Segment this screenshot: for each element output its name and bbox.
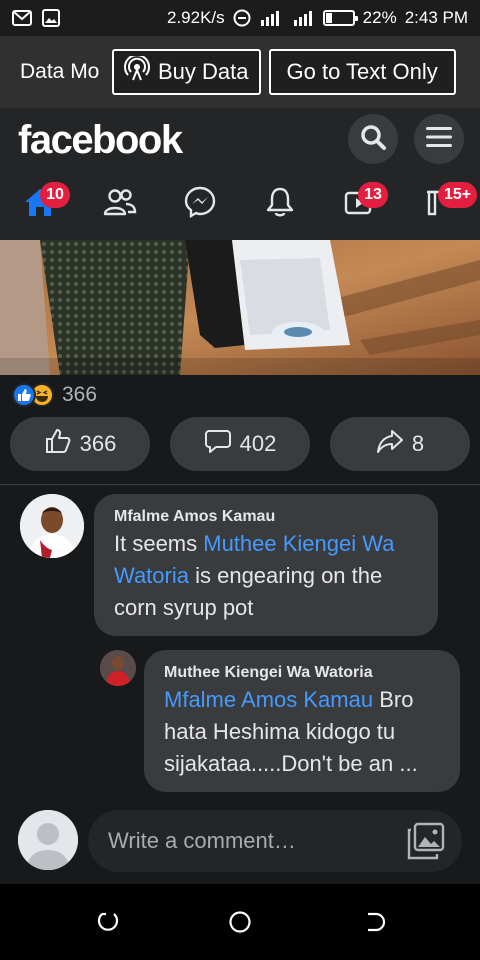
- marketplace-badge: 15+: [438, 182, 478, 208]
- photo-icon[interactable]: [406, 822, 446, 865]
- status-bar: 2.92K/s 22% 2:43 PM: [0, 0, 480, 36]
- divider: [0, 484, 480, 485]
- tab-friends[interactable]: [90, 178, 150, 230]
- comment-text: Mfalme Amos Kamau Bro hata Heshima kidog…: [164, 684, 440, 780]
- like-count: 366: [79, 431, 117, 456]
- comment-icon: [204, 427, 232, 461]
- gmail-icon: [12, 10, 32, 26]
- comment-bubble[interactable]: Muthee Kiengei Wa Watoria Mfalme Amos Ka…: [144, 650, 460, 792]
- watch-badge: 13: [358, 182, 388, 208]
- tab-marketplace[interactable]: 15+: [410, 178, 478, 230]
- clock: 2:43 PM: [404, 8, 468, 27]
- network-speed: 2.92K/s: [167, 8, 225, 27]
- facebook-logo[interactable]: facebook: [18, 118, 183, 163]
- battery-icon: [322, 10, 358, 26]
- buy-data-label: Buy Data: [158, 59, 249, 84]
- bell-icon: [264, 185, 296, 224]
- tab-home[interactable]: 10: [10, 178, 70, 230]
- back-icon[interactable]: [362, 910, 386, 934]
- broadcast-icon: [124, 54, 150, 88]
- share-button[interactable]: 8: [330, 417, 470, 471]
- tab-messenger[interactable]: [170, 178, 230, 230]
- recent-apps-icon[interactable]: [96, 910, 120, 934]
- text-only-button[interactable]: Go to Text Only: [268, 49, 456, 95]
- reaction-summary[interactable]: 366: [12, 382, 97, 408]
- post-actions: 366 402 8: [0, 417, 480, 473]
- comment-text-before: It seems: [114, 531, 204, 556]
- comment-author[interactable]: Muthee Kiengei Wa Watoria: [164, 664, 440, 682]
- battery-level: [325, 13, 332, 23]
- tab-bar: 10 13 15+: [0, 178, 480, 230]
- menu-button[interactable]: [414, 114, 464, 164]
- avatar[interactable]: [20, 494, 84, 558]
- buy-data-button[interactable]: Buy Data: [112, 49, 261, 95]
- post-photo[interactable]: [0, 240, 480, 375]
- facebook-header: facebook 10 13 15+: [0, 108, 480, 240]
- share-count: 8: [411, 431, 425, 456]
- comment-bubble[interactable]: Mfalme Amos Kamau It seems Muthee Kienge…: [94, 494, 438, 636]
- android-nav-bar: [0, 884, 480, 960]
- dnd-icon: [233, 9, 251, 27]
- signal-icon: [259, 10, 285, 26]
- like-icon: [12, 383, 36, 407]
- reaction-count: 366: [62, 383, 98, 406]
- friends-icon: [102, 187, 138, 222]
- signal-icon: [293, 10, 315, 26]
- battery-percent: 22%: [362, 8, 397, 27]
- avatar: [18, 810, 78, 870]
- home-nav-icon[interactable]: [228, 910, 252, 934]
- data-mode-label: Data Mo: [20, 60, 100, 83]
- like-button[interactable]: 366: [10, 417, 150, 471]
- tab-watch[interactable]: 13: [330, 178, 390, 230]
- comment-author[interactable]: Mfalme Amos Kamau: [114, 508, 418, 526]
- messenger-icon: [183, 185, 217, 224]
- menu-icon: [425, 125, 453, 154]
- mention-link[interactable]: Mfalme Amos Kamau: [164, 687, 373, 712]
- search-button[interactable]: [348, 114, 398, 164]
- comment-text: It seems Muthee Kiengei Wa Watoria is en…: [114, 528, 418, 624]
- avatar[interactable]: [100, 650, 136, 686]
- comment-button[interactable]: 402: [170, 417, 310, 471]
- tab-notifications[interactable]: [250, 178, 310, 230]
- comment-composer: [0, 800, 480, 884]
- gallery-icon: [42, 9, 60, 27]
- search-icon: [359, 123, 387, 156]
- home-badge: 10: [40, 182, 70, 208]
- thumbs-up-icon: [44, 427, 72, 461]
- share-icon: [376, 427, 404, 461]
- data-mode-banner: Data Mo Buy Data Go to Text Only: [0, 36, 480, 108]
- comment-count: 402: [239, 431, 277, 456]
